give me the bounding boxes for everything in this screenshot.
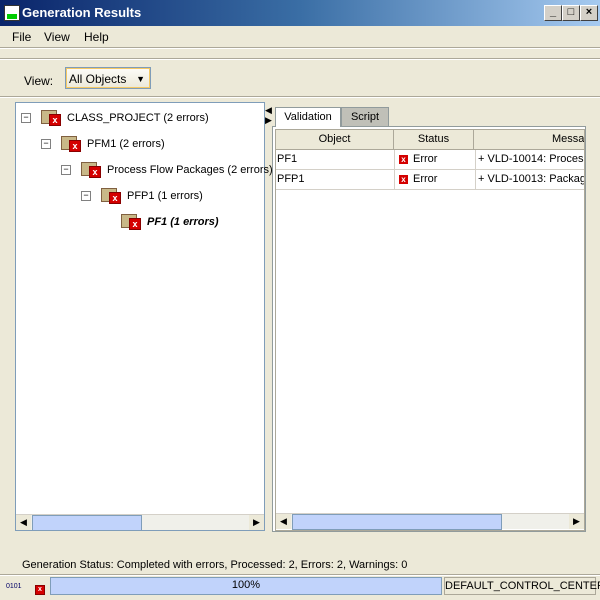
validation-panel: Object Status Message PF1 x Error + VLD-100…	[272, 126, 586, 532]
view-select[interactable]: All Objects ▼	[65, 67, 151, 89]
divider	[0, 96, 600, 98]
cell-message: + VLD-10013: Package	[474, 170, 584, 190]
view-label: View:	[24, 74, 54, 88]
binary-error-icon[interactable]: x	[27, 578, 45, 595]
cell-message: + VLD-10014: Process	[474, 150, 584, 170]
scroll-left-icon[interactable]: ◀	[16, 515, 31, 530]
minimize-button[interactable]: _	[544, 5, 562, 21]
cell-status: x Error	[394, 150, 476, 170]
tree-node[interactable]: − x PFM1 (2 errors)	[41, 136, 165, 152]
tree-node-label: PF1 (1 errors)	[147, 216, 219, 228]
object-error-icon: x	[81, 162, 101, 178]
collapse-icon[interactable]: −	[61, 165, 71, 175]
collapse-icon[interactable]: −	[21, 113, 31, 123]
status-text: Error	[413, 173, 438, 185]
tree-horizontal-scrollbar[interactable]: ◀ ▶	[16, 514, 264, 531]
tree-node-label: PFP1 (1 errors)	[127, 190, 203, 202]
chevron-down-icon: ▼	[136, 74, 145, 84]
splitter[interactable]: ◀ ▶	[265, 105, 272, 125]
error-icon: x	[399, 154, 408, 164]
title-bar: Generation Results	[0, 0, 600, 26]
status-text: Error	[413, 153, 438, 165]
generation-status: Generation Status: Completed with errors…	[22, 559, 408, 571]
collapse-right-icon[interactable]: ▶	[265, 115, 272, 125]
tree-node-label: CLASS_PROJECT (2 errors)	[67, 112, 209, 124]
scroll-left-icon[interactable]: ◀	[276, 514, 291, 529]
cell-object: PF1	[276, 150, 395, 170]
view-select-value: All Objects	[69, 72, 127, 86]
maximize-button[interactable]: □	[562, 5, 580, 21]
table-horizontal-scrollbar[interactable]: ◀ ▶	[276, 513, 584, 530]
cell-object: PFP1	[276, 170, 395, 190]
results-table: Object Status Message PF1 x Error + VLD-100…	[275, 129, 585, 531]
scroll-thumb[interactable]	[292, 514, 502, 530]
tree-node[interactable]: − x CLASS_PROJECT (2 errors)	[21, 110, 209, 126]
tree-node-label: PFM1 (2 errors)	[87, 138, 165, 150]
divider	[0, 47, 600, 49]
menu-view[interactable]: View	[44, 30, 70, 44]
scroll-thumb[interactable]	[32, 515, 142, 531]
tab-script[interactable]: Script	[341, 107, 389, 127]
progress-bar: 100%	[50, 577, 442, 595]
object-error-icon: x	[101, 188, 121, 204]
tab-validation[interactable]: Validation	[275, 107, 341, 127]
column-header-status[interactable]: Status	[394, 130, 474, 150]
control-center-label: DEFAULT_CONTROL_CENTER	[444, 577, 600, 595]
divider	[0, 58, 600, 60]
menu-help[interactable]: Help	[84, 30, 109, 44]
tree-node-label: Process Flow Packages (2 errors)	[107, 164, 273, 176]
scroll-right-icon[interactable]: ▶	[249, 515, 264, 530]
collapse-left-icon[interactable]: ◀	[265, 105, 272, 115]
tree-node[interactable]: x PF1 (1 errors)	[101, 214, 219, 230]
scroll-right-icon[interactable]: ▶	[569, 514, 584, 529]
error-icon: x	[399, 174, 408, 184]
object-error-icon: x	[61, 136, 81, 152]
app-icon	[4, 5, 20, 21]
tree-node[interactable]: − x PFP1 (1 errors)	[81, 188, 203, 204]
menu-file[interactable]: File	[12, 30, 31, 44]
binary-log-icon[interactable]: 0101	[6, 578, 24, 595]
collapse-icon[interactable]: −	[81, 191, 91, 201]
progress-label: 100%	[231, 579, 261, 591]
object-error-icon: x	[121, 214, 141, 230]
column-header-message[interactable]: Message	[474, 130, 584, 150]
divider	[0, 574, 600, 576]
window-title: Generation Results	[22, 5, 142, 20]
close-button[interactable]: ×	[580, 5, 598, 21]
collapse-icon[interactable]: −	[41, 139, 51, 149]
cell-status: x Error	[394, 170, 476, 190]
tree-node[interactable]: − x Process Flow Packages (2 errors)	[61, 162, 273, 178]
object-tree[interactable]: − x CLASS_PROJECT (2 errors) − x PFM1 (2 erro…	[15, 102, 273, 531]
object-error-icon: x	[41, 110, 61, 126]
column-header-object[interactable]: Object	[276, 130, 394, 150]
